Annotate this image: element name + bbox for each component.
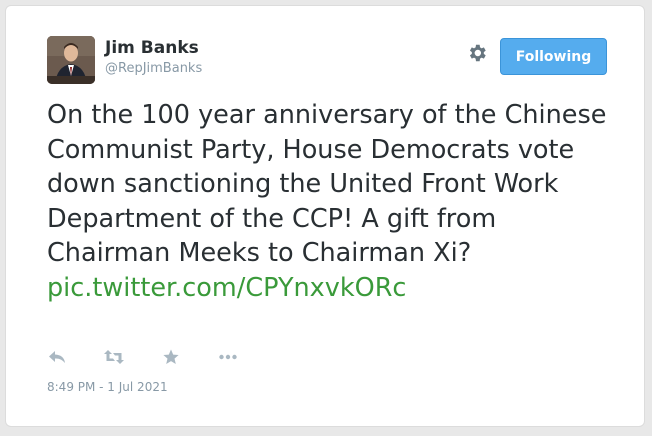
gear-icon[interactable]: [466, 42, 488, 64]
tweet-text: On the 100 year anniversary of the Chine…: [47, 100, 607, 268]
author-name[interactable]: Jim Banks: [105, 38, 199, 58]
avatar[interactable]: [47, 36, 95, 84]
tweet-actions: [47, 346, 275, 368]
tweet-timestamp[interactable]: 8:49 PM - 1 Jul 2021: [47, 380, 168, 394]
reply-icon[interactable]: [47, 347, 67, 367]
author-handle[interactable]: @RepJimBanks: [105, 61, 202, 76]
tweet-media-link[interactable]: pic.twitter.com/CPYnxvkORc: [47, 271, 627, 306]
more-icon[interactable]: [218, 347, 238, 367]
star-icon[interactable]: [161, 347, 181, 367]
retweet-icon[interactable]: [104, 347, 124, 367]
following-button[interactable]: Following: [500, 38, 607, 75]
tweet-body: On the 100 year anniversary of the Chine…: [47, 98, 627, 305]
tweet-card: Jim Banks @RepJimBanks Following On the …: [5, 5, 645, 427]
